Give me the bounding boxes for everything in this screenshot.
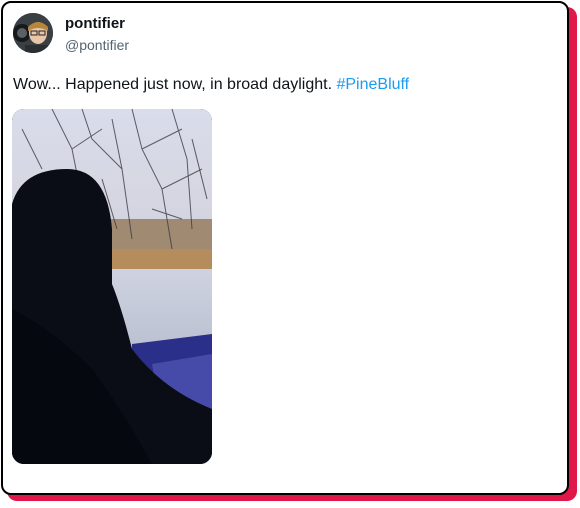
tweet-card: pontifier @pontifier Wow... Happened jus… bbox=[1, 1, 569, 495]
user-avatar-icon[interactable] bbox=[13, 13, 53, 53]
display-name[interactable]: pontifier bbox=[65, 15, 129, 33]
tweet-media[interactable] bbox=[12, 109, 212, 464]
author-block[interactable]: pontifier @pontifier bbox=[65, 15, 129, 54]
tweet-text: Wow... Happened just now, in broad dayli… bbox=[13, 75, 409, 95]
hashtag-link[interactable]: #PineBluff bbox=[336, 76, 409, 93]
user-handle[interactable]: @pontifier bbox=[65, 36, 129, 54]
tweet-body: Wow... Happened just now, in broad dayli… bbox=[13, 76, 337, 93]
video-still-image bbox=[12, 109, 212, 464]
